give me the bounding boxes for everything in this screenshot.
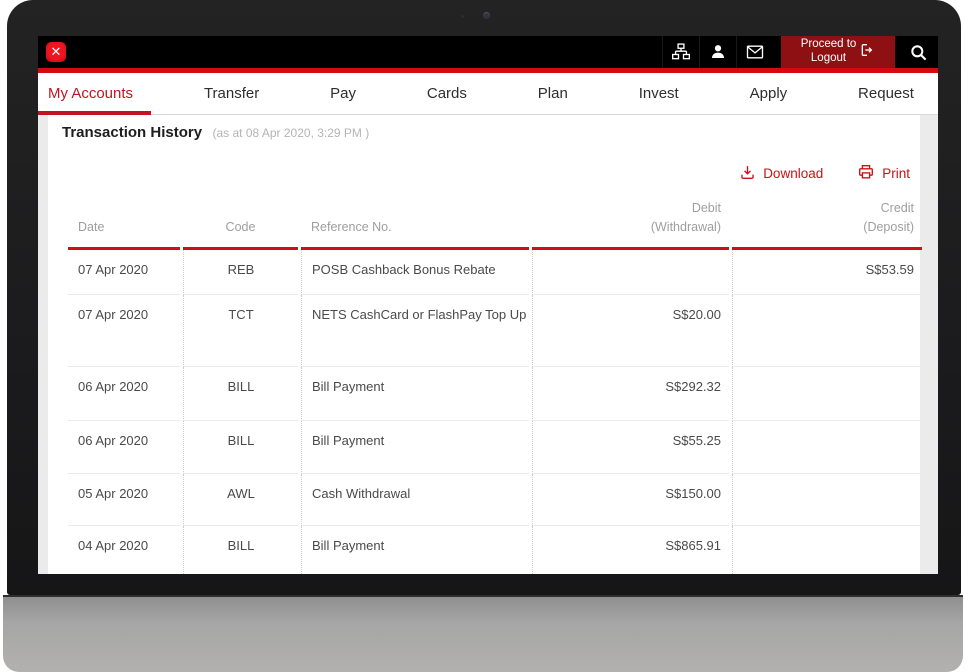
title-row: Transaction History (as at 08 Apr 2020, … — [48, 115, 920, 142]
tab-my-accounts[interactable]: My Accounts — [48, 85, 133, 102]
cell-credit — [732, 421, 922, 474]
cell-reference: Bill Payment — [301, 421, 529, 474]
cell-credit — [732, 474, 922, 526]
cell-debit: S$865.91 — [532, 526, 729, 575]
bank-logo-icon[interactable]: ✕ — [46, 42, 66, 62]
print-button[interactable]: Print — [857, 163, 910, 184]
search-icon[interactable] — [899, 36, 938, 68]
cell-credit — [732, 526, 922, 575]
transaction-history-card: Transaction History (as at 08 Apr 2020, … — [48, 115, 920, 574]
print-icon — [857, 163, 875, 184]
cell-date: 06 Apr 2020 — [68, 367, 180, 421]
table-actions: Download Print — [48, 163, 910, 184]
cell-date: 06 Apr 2020 — [68, 421, 180, 474]
cell-credit — [732, 367, 922, 421]
cell-credit: S$53.59 — [732, 250, 922, 295]
active-tab-underline — [38, 111, 151, 115]
cell-debit — [532, 250, 729, 295]
cell-date: 07 Apr 2020 — [68, 250, 180, 295]
logout-label: Proceed to Logout — [801, 38, 857, 66]
tab-cards[interactable]: Cards — [427, 85, 467, 102]
cell-code: REB — [183, 250, 298, 295]
cell-reference: NETS CashCard or FlashPay Top Up — [301, 295, 529, 367]
cell-reference: Cash Withdrawal — [301, 474, 529, 526]
cell-debit: S$292.32 — [532, 367, 729, 421]
download-icon — [739, 164, 756, 184]
tab-request[interactable]: Request — [858, 85, 914, 102]
monitor-stand — [3, 595, 963, 672]
cell-debit: S$55.25 — [532, 421, 729, 474]
main-nav: My Accounts Transfer Pay Cards Plan Inve… — [38, 73, 938, 115]
tab-pay[interactable]: Pay — [330, 85, 356, 102]
cell-debit: S$150.00 — [532, 474, 729, 526]
proceed-to-logout-button[interactable]: Proceed to Logout — [781, 36, 895, 68]
browser-screen: ✕ — [38, 36, 938, 574]
col-header-code: Code — [183, 199, 298, 250]
tab-transfer[interactable]: Transfer — [204, 85, 259, 102]
logout-icon — [859, 42, 875, 63]
cell-reference: Bill Payment POS 144911092015B7 141 CLWH — [301, 526, 529, 575]
col-header-reference: Reference No. — [301, 199, 529, 250]
table-header-row: Date Code Reference No. Debit(Withdrawal… — [68, 199, 922, 250]
table-row: 05 Apr 2020 AWL Cash Withdrawal S$150.00 — [68, 474, 922, 526]
print-label: Print — [882, 166, 910, 181]
cell-reference: POSB Cashback Bonus Rebate — [301, 250, 529, 295]
table-row: 06 Apr 2020 BILL Bill Payment S$292.32 — [68, 367, 922, 421]
table-row: 06 Apr 2020 BILL Bill Payment S$55.25 — [68, 421, 922, 474]
cell-code: BILL — [183, 367, 298, 421]
cell-code: BILL — [183, 526, 298, 575]
col-header-debit: Debit(Withdrawal) — [532, 199, 729, 250]
table-row: 07 Apr 2020 TCT NETS CashCard or FlashPa… — [68, 295, 922, 367]
sitemap-icon[interactable] — [662, 36, 699, 68]
webcam-icon — [483, 12, 490, 19]
cell-code: TCT — [183, 295, 298, 367]
col-header-credit: Credit(Deposit) — [732, 199, 922, 250]
as-at-timestamp: (as at 08 Apr 2020, 3:29 PM ) — [213, 126, 370, 140]
app-bar: ✕ — [38, 36, 938, 68]
cell-reference-line2-clipped: POS 144911092015B7 141 CLWH — [312, 574, 529, 575]
cell-date: 05 Apr 2020 — [68, 474, 180, 526]
transaction-table: Date Code Reference No. Debit(Withdrawal… — [65, 199, 925, 574]
tab-apply[interactable]: Apply — [750, 85, 788, 102]
cell-debit: S$20.00 — [532, 295, 729, 367]
cell-date: 07 Apr 2020 — [68, 295, 180, 367]
screenshot-stage: ✕ — [0, 0, 973, 672]
table-row: 07 Apr 2020 REB POSB Cashback Bonus Reba… — [68, 250, 922, 295]
mail-icon[interactable] — [736, 36, 773, 68]
cell-reference: Bill Payment — [301, 367, 529, 421]
cell-credit — [732, 295, 922, 367]
appbar-icons: Proceed to Logout — [662, 36, 938, 68]
tab-plan[interactable]: Plan — [538, 85, 568, 102]
user-icon[interactable] — [699, 36, 736, 68]
webcam-led — [461, 15, 464, 18]
download-label: Download — [763, 166, 823, 181]
download-button[interactable]: Download — [739, 164, 823, 184]
cell-date: 04 Apr 2020 — [68, 526, 180, 575]
page-title: Transaction History — [62, 124, 202, 141]
table-row: 04 Apr 2020 BILL Bill Payment POS 144911… — [68, 526, 922, 575]
page-background: Transaction History (as at 08 Apr 2020, … — [38, 115, 938, 574]
col-header-date: Date — [68, 199, 180, 250]
cell-code: BILL — [183, 421, 298, 474]
tab-invest[interactable]: Invest — [639, 85, 679, 102]
cell-code: AWL — [183, 474, 298, 526]
